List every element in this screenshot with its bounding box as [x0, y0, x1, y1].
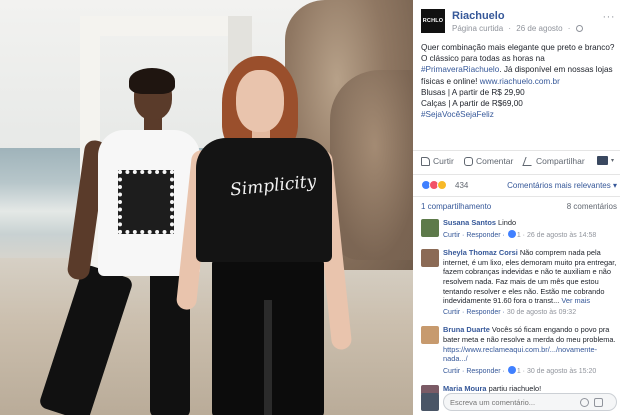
model2-black-tshirt: [196, 138, 332, 262]
wow-reaction-icon: [437, 180, 447, 190]
post-side-panel: RCHLO Riachuelo Página curtida · 26 de a…: [413, 0, 620, 415]
like-badge-icon: [507, 229, 516, 238]
share-button[interactable]: Compartilhar: [522, 156, 585, 166]
comment-input[interactable]: [450, 397, 570, 408]
page-logo[interactable]: RCHLO: [421, 9, 445, 33]
page-liked-label: Página curtida: [452, 24, 504, 33]
reactions-count[interactable]: 434: [455, 181, 468, 190]
comment-date[interactable]: 30 de agosto às 09:32: [507, 309, 576, 316]
comment-item: Bruna Duarte Vocês só ficam engando o po…: [421, 325, 617, 376]
meta-separator: ·: [567, 24, 571, 33]
share-label: Compartilhar: [536, 156, 585, 166]
facebook-post-lightbox: Simplicity RCHLO Riachuelo Página curtid…: [0, 0, 620, 415]
comment-text: Lindo: [498, 218, 517, 227]
shares-row: 1 compartilhamento 8 comentários: [421, 202, 617, 211]
comment-date[interactable]: · 26 de agosto às 14:58: [523, 232, 597, 239]
post-text-intro: Quer combinação mais elegante que preto …: [421, 43, 615, 64]
chevron-down-icon: ▾: [611, 158, 615, 164]
comment-button[interactable]: Comentar: [464, 156, 513, 166]
like-button[interactable]: Curtir: [421, 156, 454, 166]
website-link[interactable]: www.riachuelo.com.br: [480, 77, 560, 86]
comment-like-count: 1: [516, 367, 521, 375]
post-actions: Curtir Comentar Compartilhar ▾: [421, 156, 617, 172]
more-options-icon[interactable]: ···: [603, 11, 616, 23]
thumbs-up-icon: [421, 156, 430, 166]
comment-author[interactable]: Bruna Duarte: [443, 325, 490, 334]
hashtag-seja-voce-link[interactable]: #SejaVocêSejaFeliz: [421, 110, 494, 119]
comment-item: Sheyla Thomaz Corsi Não comprem nada pel…: [421, 248, 617, 317]
avatar[interactable]: [421, 219, 439, 237]
comments-count[interactable]: 8 comentários: [567, 202, 617, 211]
hashtag-primavera-link[interactable]: #PrimaveraRiachuelo: [421, 65, 499, 74]
divider: [413, 196, 620, 197]
avatar-icon: [597, 156, 608, 165]
post-header: RCHLO Riachuelo Página curtida · 26 de a…: [421, 9, 617, 37]
post-as-selector[interactable]: ▾: [597, 156, 614, 165]
comment-text: partiu riachuelo!: [488, 384, 542, 394]
post-meta: Página curtida · 26 de agosto ·: [452, 24, 586, 33]
comment-item: Susana Santos Lindo Curtir · Responder ·…: [421, 218, 617, 240]
globe-icon: [575, 25, 583, 32]
comment-link[interactable]: https://www.reclameaqui.com.br/.../novam…: [443, 345, 597, 364]
see-more-link[interactable]: Ver mais: [561, 296, 590, 305]
share-icon: [522, 156, 535, 166]
comment-order-dropdown[interactable]: Comentários mais relevantes ▾: [507, 181, 617, 190]
comment-reply-links[interactable]: Curtir · Responder ·: [443, 232, 505, 239]
post-text: Quer combinação mais elegante que preto …: [421, 42, 617, 120]
comment-footer: Curtir · Responder · 1 · 30 de agosto às…: [443, 365, 617, 377]
divider: [413, 174, 620, 175]
model1-hair: [129, 68, 175, 94]
model2-pants-gap: [264, 300, 272, 415]
comment-reply-links[interactable]: Curtir · Responder ·: [443, 368, 505, 375]
post-date-link[interactable]: 26 de agosto: [516, 24, 562, 33]
camera-icon[interactable]: [594, 398, 603, 407]
model2-face: [236, 70, 284, 132]
reactions-bar[interactable]: 434 Comentários mais relevantes ▾: [421, 180, 617, 192]
shares-link[interactable]: 1 compartilhamento: [421, 202, 491, 211]
avatar[interactable]: [421, 249, 439, 268]
meta-separator: ·: [508, 24, 512, 33]
comments-list: Susana Santos Lindo Curtir · Responder ·…: [421, 218, 617, 402]
avatar[interactable]: [421, 326, 439, 345]
post-text-blusas: Blusas | A partir de R$ 29,90: [421, 87, 525, 97]
like-label: Curtir: [433, 156, 454, 166]
comment-date[interactable]: · 30 de agosto às 15:20: [523, 368, 597, 375]
comment-footer: Curtir · Responder · 1 · 26 de agosto às…: [443, 229, 617, 241]
comment-author[interactable]: Susana Santos: [443, 218, 496, 227]
comment-author[interactable]: Sheyla Thomaz Corsi: [443, 248, 518, 257]
comment-author[interactable]: Maria Moura: [443, 384, 487, 393]
photo-rock-shadow: [330, 70, 413, 260]
comment-composer: [421, 393, 617, 411]
comment-input-box[interactable]: [443, 393, 617, 411]
divider: [413, 150, 620, 151]
avatar: [421, 393, 439, 411]
comment-reply-links[interactable]: Curtir · Responder ·: [443, 309, 505, 316]
post-text-calcas: Calças | A partir de R$69,00: [421, 99, 523, 109]
post-photo[interactable]: Simplicity: [0, 0, 413, 415]
like-badge-icon: [507, 365, 516, 374]
comment-footer: Curtir · Responder · 30 de agosto às 09:…: [443, 308, 617, 318]
comment-like-count: 1: [516, 231, 521, 239]
emoji-icon[interactable]: [580, 398, 589, 407]
comment-label: Comentar: [476, 156, 514, 166]
comment-icon: [464, 156, 473, 166]
page-name-link[interactable]: Riachuelo: [452, 10, 505, 22]
model1-shirt-print: [118, 170, 174, 234]
